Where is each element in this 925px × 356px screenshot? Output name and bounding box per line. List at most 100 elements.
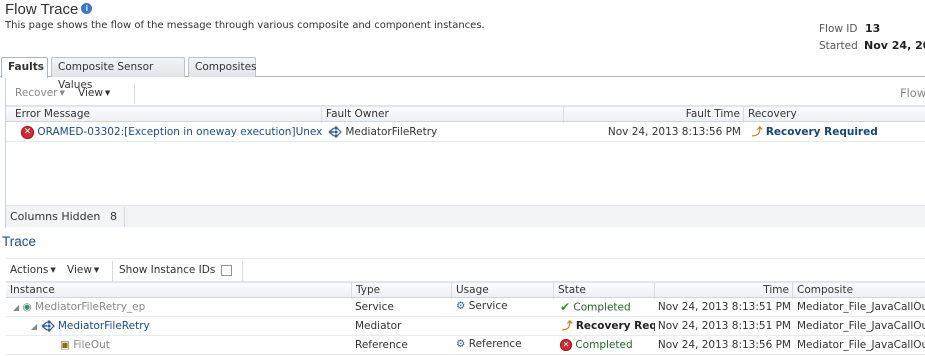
col-composite[interactable]: Composite [793,283,925,299]
divider [124,207,125,227]
service-globe-icon: ◉ [22,301,32,313]
expand-triangle-icon[interactable]: ◢ [13,303,19,312]
usage-cell [456,317,554,336]
info-icon[interactable]: i [81,3,93,14]
instance-cell[interactable]: ◢ MediatorFileRetry [31,317,352,336]
trace-toolbar: Actions ▼ View ▼ Show Instance IDs [6,258,925,282]
type-cell: Mediator [355,320,402,332]
started-label: Started [819,40,858,52]
type-cell: Reference [355,339,408,351]
table-row[interactable]: ▣ FileOut Reference ⚙ Reference ✕ Comple… [6,336,925,355]
expand-triangle-icon[interactable]: ◢ [31,322,37,331]
actions-menu[interactable]: Actions ▼ [10,264,56,276]
col-instance[interactable]: Instance [6,283,352,299]
composite-cell[interactable]: Mediator_File_JavaCallOut [797,336,925,355]
tab-bar: Faults Composite Sensor Values Composite… [0,57,925,91]
tab-composites[interactable]: Composites [188,57,257,77]
state-text[interactable]: Recovery Required [576,320,655,332]
error-message-cell[interactable]: ✕ ORAMED-03302:[Exception in oneway exec… [21,123,322,142]
service-usage-icon: ⚙ [456,300,466,312]
fault-owner-text: MediatorFileRetry [345,126,438,138]
col-state[interactable]: State [554,283,655,299]
columns-hidden-bar: Columns Hidden 8 [6,205,925,227]
trace-title: Trace [2,234,37,249]
usage-cell: ⚙ Reference [456,336,554,355]
state-text: Completed [573,301,631,314]
flow-id-value: 13 [865,22,881,35]
col-type[interactable]: Type [352,283,452,299]
chevron-down-icon: ▼ [104,89,111,97]
state-text: Completed [575,339,633,351]
view-menu[interactable]: View ▼ [78,87,110,99]
chevron-down-icon: ▼ [59,89,65,97]
columns-hidden-label: Columns Hidden [10,210,101,223]
trace-view-menu[interactable]: View ▼ [67,264,99,276]
recover-label: Recover [15,87,58,99]
faults-grid-header: Error Message Fault Owner Fault Time Rec… [6,106,925,123]
state-cell: ✕ Completed [560,336,655,355]
composite-cell[interactable]: Mediator_File_JavaCallOut [797,317,925,336]
time-cell: Nov 24, 2013 8:13:51 PM [657,301,791,313]
tab-composite-sensor-values[interactable]: Composite Sensor Values [51,57,185,91]
view-label: View [78,87,103,99]
actions-label: Actions [10,264,49,276]
instance-cell[interactable]: ▣ FileOut [60,336,352,355]
error-icon: ✕ [21,125,34,139]
instance-name[interactable]: MediatorFileRetry [58,320,150,332]
table-row[interactable]: ✕ ORAMED-03302:[Exception in oneway exec… [6,123,925,142]
page-title-text: Flow Trace [5,1,79,18]
file-adapter-icon: ▣ [60,339,70,351]
mediator-icon [328,126,342,138]
usage-cell: ⚙ Service [456,298,554,317]
instance-name[interactable]: FileOut [73,339,110,351]
fault-time-cell: Nov 24, 2013 8:13:56 PM [607,126,741,138]
started-value: Nov 24, 2013 [864,39,925,52]
flow-id-label: Flow ID [819,23,858,35]
col-error-message[interactable]: Error Message [11,107,322,123]
show-instance-ids-toggle[interactable]: Show Instance IDs [119,264,233,276]
type-cell: Service [355,301,394,313]
tab-faults[interactable]: Faults [1,57,48,78]
col-time[interactable]: Time [655,283,793,299]
show-instance-ids-label: Show Instance IDs [119,264,216,276]
instance-cell[interactable]: ◢ ◉ MediatorFileRetry_ep [13,298,352,317]
page-description: This page shows the flow of the message … [5,20,485,31]
recovery-arrow-icon: ⤴ [752,126,763,138]
faults-toolbar: Recover ▼ View ▼ Flow [6,82,925,106]
recovery-arrow-icon: ⤴ [562,320,573,332]
trace-view-label: View [67,264,92,276]
state-cell: ✔ Completed [560,298,655,317]
toolbar-divider [112,261,113,281]
mediator-icon [41,320,55,332]
instance-name[interactable]: MediatorFileRetry_ep [35,301,145,313]
show-instance-ids-checkbox[interactable] [221,264,233,276]
chevron-down-icon: ▼ [50,266,56,274]
toolbar-divider [134,84,135,104]
col-usage[interactable]: Usage [452,283,554,299]
check-icon: ✔ [560,300,571,314]
flow-label: Flow [900,86,925,100]
chevron-down-icon: ▼ [93,266,100,274]
columns-hidden-count: 8 [110,210,117,223]
table-row[interactable]: ◢ MediatorFileRetry Mediator ⤴ Recovery … [6,317,925,336]
col-recovery[interactable]: Recovery [744,107,925,123]
col-fault-owner[interactable]: Fault Owner [322,107,564,123]
toolbar-divider [242,261,243,281]
state-cell[interactable]: ⤴ Recovery Required [562,317,655,336]
table-row[interactable]: ◢ ◉ MediatorFileRetry_ep Service ⚙ Servi… [6,298,925,317]
reference-usage-icon: ⚙ [456,338,466,350]
time-cell: Nov 24, 2013 8:13:51 PM [657,320,791,332]
fault-owner-cell: MediatorFileRetry [328,123,564,142]
usage-text: Service [468,300,508,312]
composite-cell[interactable]: Mediator_File_JavaCallOut [797,298,925,317]
recover-menu[interactable]: Recover ▼ [15,87,65,99]
recovery-cell[interactable]: ⤴ Recovery Required [752,123,925,142]
trace-grid-header: Instance Type Usage State Time Composite [6,282,925,299]
error-message-link[interactable]: ORAMED-03302:[Exception in oneway execut… [37,126,322,138]
usage-text: Reference [468,338,522,350]
error-icon: ✕ [560,339,572,351]
col-fault-time[interactable]: Fault Time [564,107,744,123]
page-title: Flow Trace i [5,1,93,18]
recovery-required-link[interactable]: Recovery Required [766,126,878,138]
time-cell: Nov 24, 2013 8:13:56 PM [657,339,791,351]
